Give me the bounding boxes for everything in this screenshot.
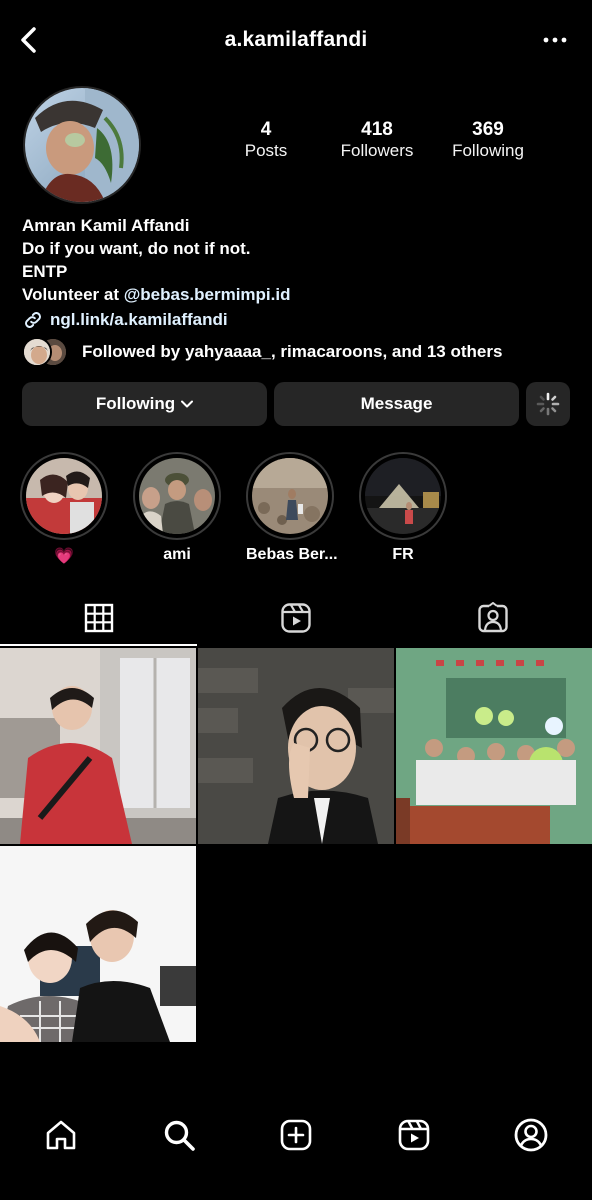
- highlight-cover-3: [252, 458, 328, 534]
- avatar-photo: [25, 88, 139, 202]
- nav-reels[interactable]: [389, 1110, 439, 1160]
- bio-line-3: Volunteer at @bebas.bermimpi.id: [22, 283, 572, 306]
- message-button[interactable]: Message: [274, 382, 519, 426]
- nav-search[interactable]: [154, 1110, 204, 1160]
- loading-spinner-icon: [536, 392, 560, 416]
- following-count: 369: [472, 119, 504, 140]
- highlight-label-1: 💗: [54, 548, 74, 565]
- highlight-cover-2: [139, 458, 215, 534]
- story-highlight-2[interactable]: ami: [133, 452, 221, 564]
- highlight-label-2: ami: [163, 546, 191, 563]
- tagged-icon: [477, 602, 508, 633]
- more-horizontal-icon: [543, 37, 567, 43]
- highlight-cover-4: [365, 458, 441, 534]
- profile-header: a.kamilaffandi: [0, 0, 592, 80]
- home-icon: [46, 1120, 76, 1150]
- following-button[interactable]: Following: [22, 382, 267, 426]
- bio-link-text: ngl.link/a.kamilaffandi: [50, 310, 228, 329]
- nav-create[interactable]: [271, 1110, 321, 1160]
- bio-external-link[interactable]: ngl.link/a.kamilaffandi: [22, 308, 572, 331]
- following-label: Following: [452, 141, 524, 160]
- search-icon: [164, 1120, 195, 1151]
- nav-home[interactable]: [36, 1110, 86, 1160]
- suggested-users-button[interactable]: [526, 382, 570, 426]
- bio-mention-link[interactable]: @bebas.bermimpi.id: [124, 285, 291, 304]
- story-highlight-4[interactable]: FR: [359, 452, 447, 564]
- posts-count: 4: [260, 119, 272, 140]
- reels-icon: [280, 603, 311, 633]
- nav-profile[interactable]: [506, 1110, 556, 1160]
- mutual-avatar-1: [22, 337, 52, 367]
- highlight-cover-ring: [20, 452, 108, 540]
- bottom-navigation: [0, 1090, 592, 1200]
- story-highlight-1[interactable]: 💗: [20, 452, 108, 566]
- tab-tagged[interactable]: [394, 590, 591, 646]
- link-icon: [25, 311, 41, 328]
- profile-icon: [514, 1118, 548, 1152]
- followers-stat[interactable]: 418 Followers: [322, 120, 432, 162]
- post-thumbnail-3[interactable]: [396, 648, 592, 844]
- profile-bio: Amran Kamil Affandi Do if you want, do n…: [22, 214, 572, 331]
- grid-icon: [84, 603, 113, 633]
- highlight-label-3: Bebas Ber...: [246, 546, 338, 563]
- message-button-label: Message: [360, 394, 433, 413]
- full-name: Amran Kamil Affandi: [22, 216, 190, 235]
- bio-line-1: Do if you want, do not if not.: [22, 239, 251, 258]
- bio-line-2: ENTP: [22, 262, 68, 281]
- tab-posts-grid[interactable]: [0, 590, 197, 646]
- post-thumbnail-4[interactable]: [0, 846, 196, 1042]
- tab-reels[interactable]: [197, 590, 394, 646]
- post-thumbnail-1[interactable]: [0, 648, 196, 844]
- bio-line-3-prefix: Volunteer at: [22, 285, 124, 304]
- chevron-down-icon: [181, 400, 194, 408]
- reels-icon: [398, 1119, 430, 1151]
- more-options-button[interactable]: [542, 30, 568, 50]
- profile-content-tabs: [0, 590, 592, 646]
- followers-count: 418: [361, 119, 393, 140]
- followers-label: Followers: [340, 141, 414, 160]
- story-highlight-3[interactable]: Bebas Ber...: [246, 452, 338, 564]
- highlight-label-4: FR: [392, 546, 414, 563]
- followed-by-text: Followed by yahyaaaa_, rimacaroons, and …: [82, 342, 503, 361]
- post-thumbnail-2[interactable]: [198, 648, 394, 844]
- highlight-cover-ring: [359, 452, 447, 540]
- posts-label: Posts: [244, 141, 288, 160]
- following-stat[interactable]: 369 Following: [433, 120, 543, 162]
- following-button-label: Following: [95, 394, 176, 413]
- highlight-cover-ring: [246, 452, 334, 540]
- profile-username: a.kamilaffandi: [224, 28, 368, 51]
- create-icon: [280, 1119, 312, 1151]
- posts-stat[interactable]: 4 Posts: [211, 120, 321, 162]
- profile-avatar[interactable]: [23, 86, 141, 204]
- highlight-cover-ring: [133, 452, 221, 540]
- mutual-avatars: [22, 336, 72, 368]
- highlight-cover-1: [26, 458, 102, 534]
- mutual-followers[interactable]: Followed by yahyaaaa_, rimacaroons, and …: [22, 336, 502, 368]
